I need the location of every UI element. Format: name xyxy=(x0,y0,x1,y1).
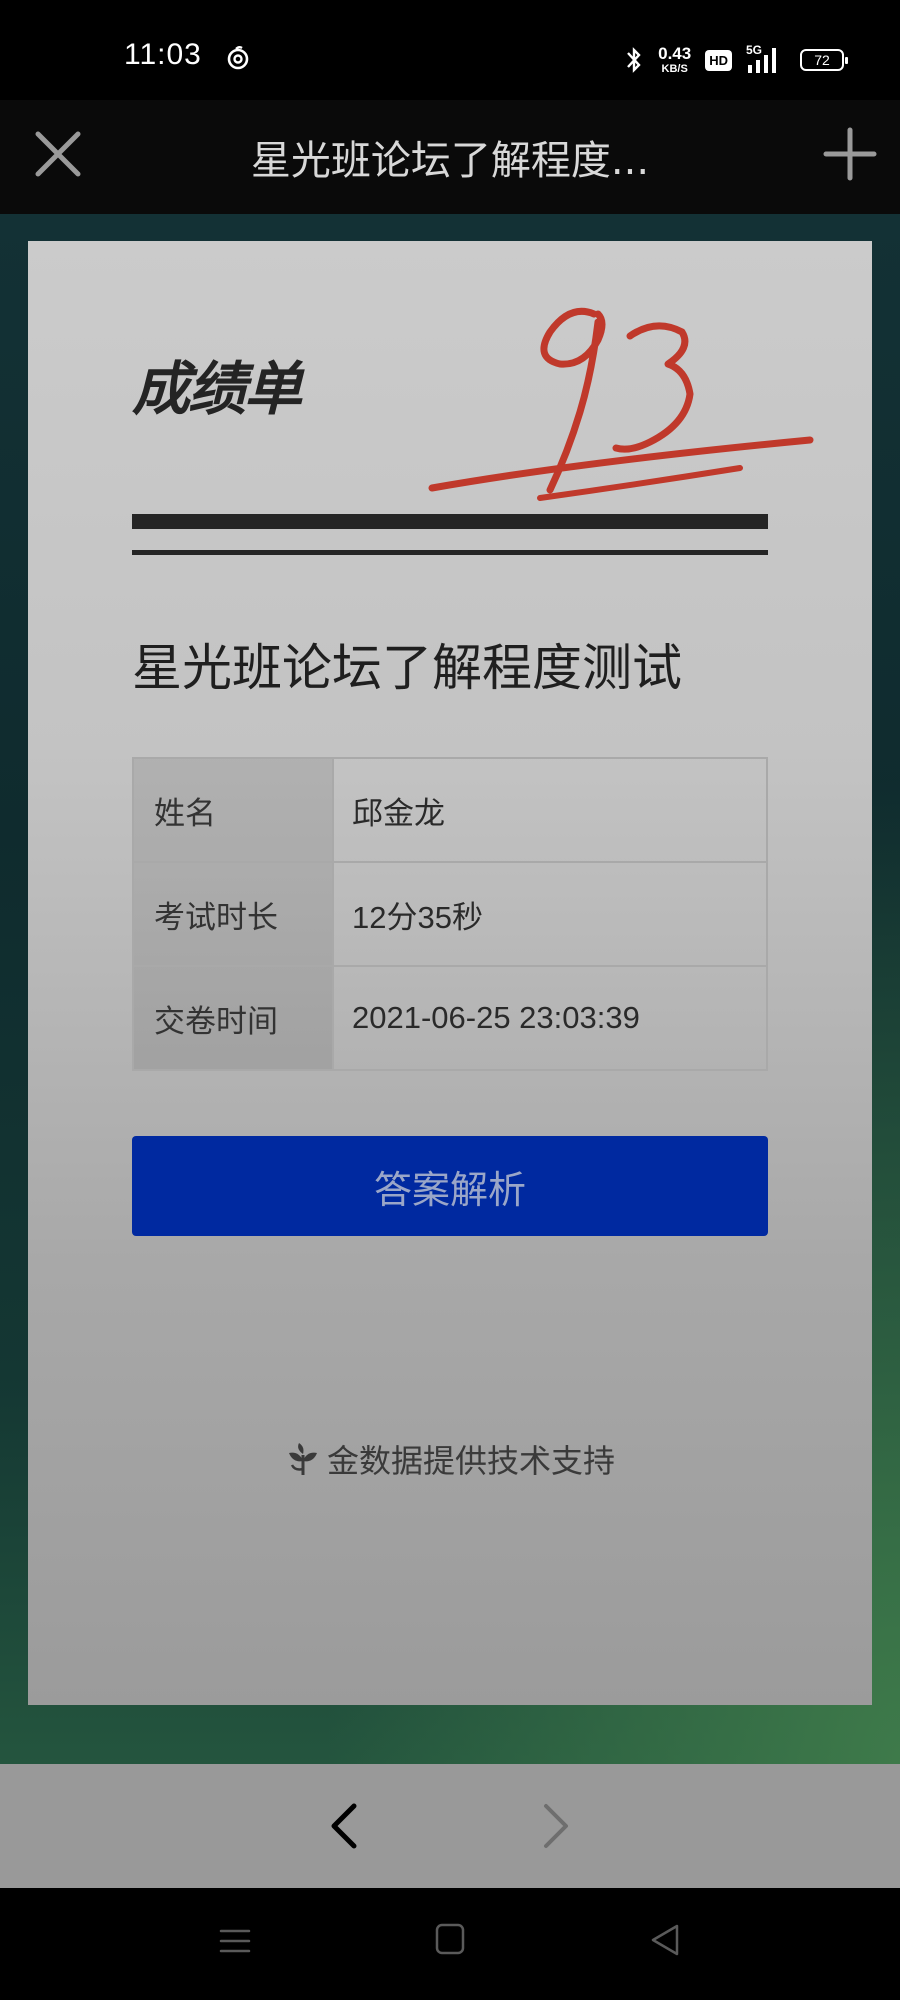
menu-icon[interactable] xyxy=(218,1924,252,1958)
cell-signal: 5G xyxy=(746,43,786,75)
report-card-title: 成绩单 xyxy=(132,355,302,423)
status-time: 11:03 xyxy=(124,38,202,71)
network-speed: 0.43 KB/S xyxy=(658,44,692,75)
table-row: 考试时长 12分35秒 xyxy=(134,863,766,967)
table-row: 交卷时间 2021-06-25 23:03:39 xyxy=(134,967,766,1069)
browser-nav-bar xyxy=(0,1764,900,1888)
page-title: 星光班论坛了解程度... xyxy=(250,138,650,184)
home-icon[interactable] xyxy=(434,1922,466,1956)
hd-badge: HD xyxy=(705,49,732,71)
divider-thick xyxy=(132,514,768,529)
info-label: 姓名 xyxy=(134,759,334,861)
powered-by-text: 金数据提供技术支持 xyxy=(326,1442,615,1480)
jinshuju-logo-icon xyxy=(288,1443,317,1475)
system-nav-bar xyxy=(0,1888,900,2000)
info-value: 邱金龙 xyxy=(352,795,445,831)
bluetooth-icon xyxy=(627,47,641,73)
info-value: 12分35秒 xyxy=(352,899,483,935)
info-label: 交卷时间 xyxy=(134,967,334,1069)
back-triangle-icon[interactable] xyxy=(648,1922,682,1958)
chevron-left-icon[interactable] xyxy=(322,1800,366,1852)
signal-bars-icon xyxy=(748,48,776,73)
info-label: 考试时长 xyxy=(134,863,334,965)
table-row: 姓名 邱金龙 xyxy=(134,759,766,863)
plus-icon[interactable] xyxy=(820,124,880,184)
close-icon[interactable] xyxy=(30,126,86,182)
info-value: 2021-06-25 23:03:39 xyxy=(352,1000,640,1035)
status-bar: 11:03 0.43 KB/S HD 5G 72 xyxy=(0,0,900,100)
chevron-right-icon[interactable] xyxy=(534,1800,578,1852)
title-bar: 星光班论坛了解程度... xyxy=(0,100,900,214)
battery-indicator: 72 xyxy=(800,49,848,71)
exam-title: 星光班论坛了解程度测试 xyxy=(132,639,682,697)
info-table: 姓名 邱金龙 考试时长 12分35秒 交卷时间 2021-06-25 23:03… xyxy=(132,757,768,1071)
score-handwriting: 93 xyxy=(428,307,814,501)
battery-level: 72 xyxy=(814,52,830,68)
powered-by[interactable]: 金数据提供技术支持 xyxy=(0,1436,900,1482)
answer-analysis-button[interactable]: 答案解析 xyxy=(132,1136,768,1236)
divider-thin xyxy=(132,550,768,555)
netease-music-icon xyxy=(227,46,249,70)
status-indicators: 0.43 KB/S HD 5G 72 xyxy=(624,40,848,80)
